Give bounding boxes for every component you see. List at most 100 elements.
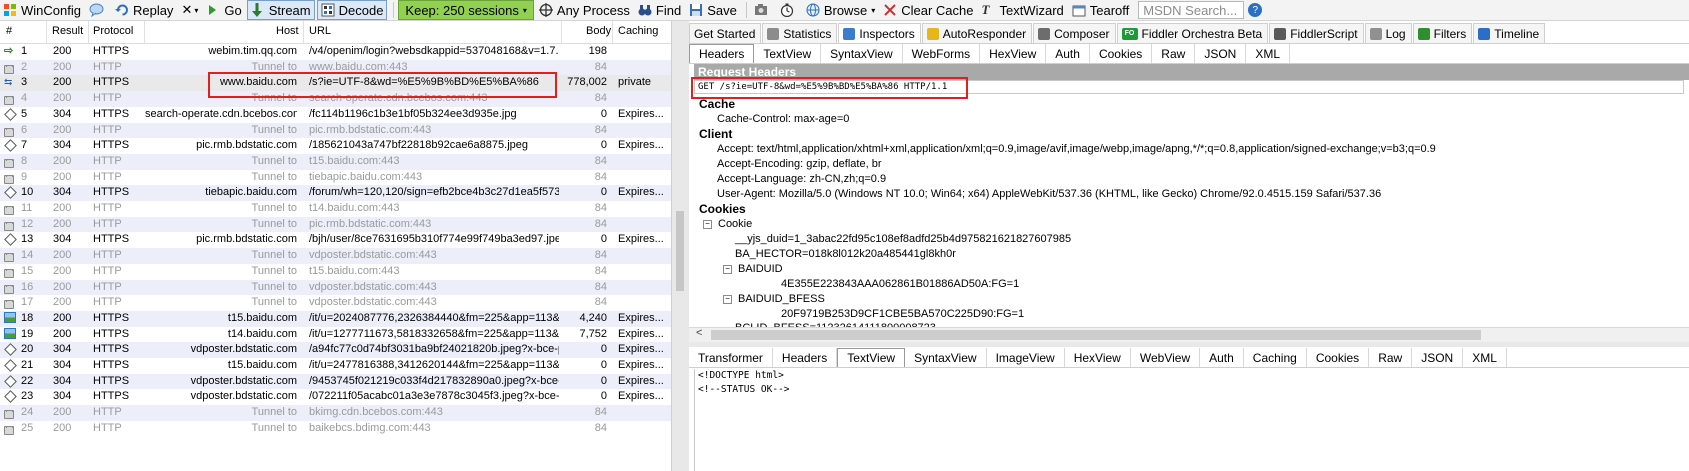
collapse-icon[interactable]: − (703, 219, 712, 229)
stream-button[interactable]: Stream (246, 0, 315, 20)
go-button[interactable]: Go (203, 1, 244, 19)
session-row[interactable]: ⇨ 1 200 HTTPS webim.tim.qq.com/v4/openim/log… (0, 44, 671, 60)
response-tab-webview[interactable]: WebView (1131, 348, 1201, 367)
tab-inspectors[interactable]: Inspectors (838, 23, 921, 44)
collapse-icon[interactable]: − (723, 264, 732, 274)
remove-button[interactable]: ✕ ▾ (178, 1, 201, 19)
response-tab-textview[interactable]: TextView (837, 348, 906, 367)
request-tab-json[interactable]: JSON (1195, 44, 1247, 63)
browse-button[interactable]: Browse ▾ (803, 1, 878, 19)
response-tab-raw[interactable]: Raw (1369, 348, 1413, 367)
tab-log[interactable]: Log (1364, 23, 1412, 43)
horizontal-scrollbar[interactable]: < (689, 327, 1689, 342)
session-row[interactable]: 10 304 HTTPS tiebapic.baidu.com/forum/wh=12… (0, 185, 671, 201)
panel-divider[interactable] (689, 342, 1689, 347)
session-row[interactable]: 22 304 HTTPS vdposter.bdstatic.com/9453745f… (0, 373, 671, 390)
response-tab-caching[interactable]: Caching (1244, 348, 1307, 367)
header-accept-encoding[interactable]: Accept-Encoding: gzip, deflate, br (717, 158, 881, 170)
session-row[interactable]: 18 200 HTTPS t15.baidu.com/it/u=2024087776,… (0, 310, 671, 327)
session-row[interactable]: 21 304 HTTPS t15.baidu.com/it/u=2477816388,… (0, 358, 671, 374)
cookie-ba-hector[interactable]: BA_HECTOR=018k8l012k20a485441gl8kh0r (735, 248, 956, 260)
session-row[interactable]: 20 304 HTTPS vdposter.bdstatic.com/a94fc77c… (0, 342, 671, 358)
tab-filters[interactable]: Filters (1412, 23, 1473, 43)
response-tab-headers[interactable]: Headers (773, 348, 838, 367)
scroll-left-icon[interactable]: < (696, 327, 702, 339)
response-tab-cookies[interactable]: Cookies (1307, 348, 1370, 367)
any-process-button[interactable]: Any Process (536, 1, 633, 19)
session-row[interactable]: 14 200 HTTP Tunnel to vdposter.bdstatic.com:… (0, 248, 671, 264)
header-cache-control[interactable]: Cache-Control: max-age=0 (717, 113, 849, 125)
tab-autoresponder[interactable]: AutoResponder (921, 23, 1033, 43)
header-accept[interactable]: Accept: text/html,application/xhtml+xml,… (717, 143, 1436, 155)
session-row[interactable]: 16 200 HTTP Tunnel to vdposter.bdstatic.com:… (0, 279, 671, 296)
session-row[interactable]: 23 304 HTTPS vdposter.bdstatic.com/072211f0… (0, 389, 671, 405)
session-row[interactable]: 19 200 HTTPS t14.baidu.com/it/u=1277711673,… (0, 327, 671, 343)
cookie-baiduid-bfess-value[interactable]: 20F9719B253D9CF1CBE5BA570C225D90:FG=1 (781, 308, 1024, 320)
winconfig-button[interactable]: WinConfig (0, 1, 84, 19)
session-row[interactable]: 6 200 HTTP Tunnel to pic.rmb.bdstatic.com:44… (0, 122, 671, 139)
request-tab-hexview[interactable]: HexView (980, 44, 1047, 63)
response-tab-auth[interactable]: Auth (1200, 348, 1244, 367)
column-header-num[interactable]: # (6, 25, 12, 37)
session-row[interactable]: 15 200 HTTP Tunnel to t15.baidu.com:443 84 (0, 264, 671, 280)
pane-splitter[interactable] (671, 21, 690, 471)
request-tab-cookies[interactable]: Cookies (1090, 44, 1153, 63)
cookie-baiduid-value[interactable]: 4E355E223843AAA062861B01886AD50A:FG=1 (781, 278, 1019, 290)
request-tab-auth[interactable]: Auth (1046, 44, 1090, 63)
session-row[interactable]: 5 304 HTTPS search-operate.cdn.bcebos.com/f… (0, 107, 671, 123)
column-header-protocol[interactable]: Protocol (93, 25, 133, 37)
save-button[interactable]: Save (686, 1, 740, 19)
cookie-baiduid-bfess-node[interactable]: − BAIDUID_BFESS (723, 293, 825, 305)
cookie-yjs-duid[interactable]: __yjs_duid=1_3abac22fd95c108ef8adfd25b4d… (735, 233, 1071, 245)
response-tab-syntaxview[interactable]: SyntaxView (905, 348, 987, 367)
msdn-search-input[interactable]: MSDN Search... (1138, 1, 1245, 19)
tearoff-button[interactable]: Tearoff (1069, 1, 1133, 19)
response-tab-transformer[interactable]: Transformer (689, 348, 773, 367)
cookie-node[interactable]: − Cookie (703, 218, 752, 230)
help-icon[interactable]: ? (1248, 3, 1263, 17)
column-header-host[interactable]: Host (276, 25, 299, 37)
keep-sessions-dropdown[interactable]: Keep: 250 sessions ▾ (398, 0, 534, 20)
tab-composer[interactable]: Composer (1033, 23, 1116, 43)
header-accept-language[interactable]: Accept-Language: zh-CN,zh;q=0.9 (717, 173, 886, 185)
request-tab-xml[interactable]: XML (1246, 44, 1291, 63)
request-tab-raw[interactable]: Raw (1152, 44, 1196, 63)
request-tab-webforms[interactable]: WebForms (903, 44, 981, 63)
session-row[interactable]: 7 304 HTTPS pic.rmb.bdstatic.com/185621043a… (0, 138, 671, 154)
column-header-result[interactable]: Result (52, 25, 83, 37)
tab-fiddlerscript[interactable]: FiddlerScript (1269, 23, 1364, 43)
session-row[interactable]: 12 200 HTTP Tunnel to pic.rmb.bdstatic.com:4… (0, 216, 671, 233)
session-row[interactable]: 24 200 HTTP Tunnel to bkimg.cdn.bcebos.com:4… (0, 405, 671, 421)
cookie-baiduid-node[interactable]: − BAIDUID (723, 263, 783, 275)
response-tab-json[interactable]: JSON (1412, 348, 1464, 367)
column-header-body[interactable]: Body (586, 25, 611, 37)
tab-fiddler-orchestra-beta[interactable]: FO Fiddler Orchestra Beta (1116, 23, 1269, 43)
session-row[interactable]: 25 200 HTTP Tunnel to baikebcs.bdimg.com:443… (0, 421, 671, 437)
textwizard-button[interactable]: T TextWizard (978, 1, 1066, 19)
session-row[interactable]: 17 200 HTTP Tunnel to vdposter.bdstatic.com:… (0, 295, 671, 311)
find-button[interactable]: Find (635, 1, 684, 19)
header-user-agent[interactable]: User-Agent: Mozilla/5.0 (Windows NT 10.0… (717, 188, 1381, 200)
column-header-url[interactable]: URL (309, 25, 331, 37)
collapse-icon[interactable]: − (723, 294, 732, 304)
tab-get-started[interactable]: Get Started (689, 23, 762, 43)
tab-timeline[interactable]: Timeline (1473, 23, 1546, 43)
session-row[interactable]: 11 200 HTTP Tunnel to t14.baidu.com:443 84 (0, 201, 671, 217)
clear-cache-button[interactable]: Clear Cache (880, 1, 976, 19)
tab-statistics[interactable]: Statistics (762, 23, 838, 43)
column-header-caching[interactable]: Caching (618, 25, 658, 37)
response-body-text[interactable]: <!DOCTYPE html> <!--STATUS OK--> (694, 369, 1684, 471)
request-tab-syntaxview[interactable]: SyntaxView (821, 44, 903, 63)
session-row[interactable]: 8 200 HTTP Tunnel to t15.baidu.com:443 84 (0, 153, 671, 170)
timer-button[interactable] (777, 1, 801, 19)
response-tab-xml[interactable]: XML (1463, 348, 1507, 367)
decode-button[interactable]: Decode (316, 0, 388, 20)
session-row[interactable]: 13 304 HTTPS pic.rmb.bdstatic.com/bjh/user/… (0, 232, 671, 248)
response-tab-imageview[interactable]: ImageView (987, 348, 1065, 367)
response-tab-hexview[interactable]: HexView (1065, 348, 1131, 367)
session-row[interactable]: 9 200 HTTP Tunnel to tiebapic.baidu.com:443 8… (0, 170, 671, 186)
scrollbar-thumb[interactable] (711, 330, 1481, 340)
comment-button[interactable] (86, 1, 110, 19)
request-tab-headers[interactable]: Headers (689, 44, 755, 63)
request-tab-textview[interactable]: TextView (754, 44, 822, 63)
